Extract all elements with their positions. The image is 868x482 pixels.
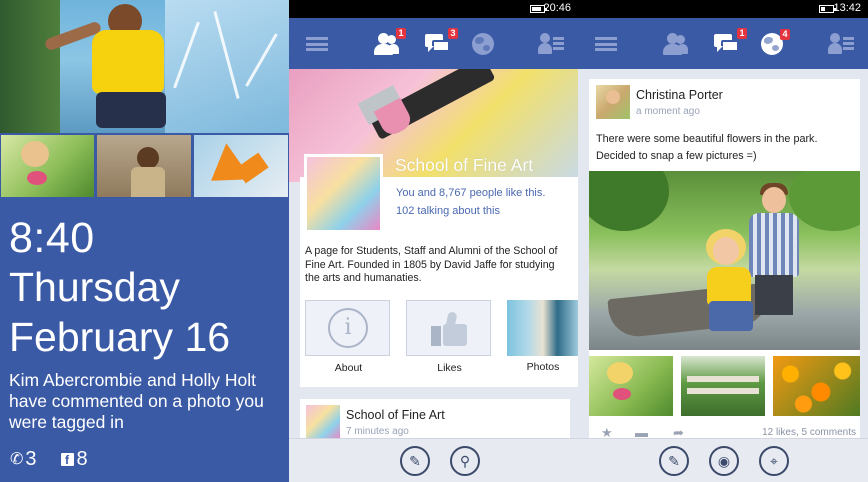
camera-button[interactable]: ◉ — [709, 446, 739, 476]
photo-thumbnail — [193, 134, 289, 198]
post-text-line: Decided to snap a few pictures =) — [596, 150, 757, 162]
messages-badge: 3 — [448, 28, 458, 39]
notifications-badge: 4 — [780, 29, 790, 40]
photos-tile[interactable]: Photos — [507, 300, 578, 373]
like-icon[interactable]: ★ — [601, 425, 613, 439]
post-text: There were some beautiful flowers in the… — [596, 131, 856, 165]
post-time: 7 minutes ago — [346, 426, 409, 437]
thumbs-up-icon — [431, 311, 469, 346]
page-likes-text[interactable]: You and 8,767 people like this. — [396, 187, 545, 199]
lock-notification-text: Kim Abercrombie and Holly Holt have comm… — [9, 370, 264, 432]
facebook-icon: f — [60, 452, 74, 467]
post-time: a moment ago — [636, 106, 700, 117]
lock-date: February 16 — [9, 314, 231, 360]
camera-icon: ◉ — [717, 453, 731, 469]
top-navigation-bar: 1 4 — [578, 18, 868, 69]
photo-thumbnail[interactable] — [681, 356, 765, 416]
likes-comments-count[interactable]: 12 likes, 5 comments — [762, 427, 856, 438]
status-clock: 13:42 — [833, 2, 861, 14]
page-title: School of Fine Art — [395, 155, 534, 175]
friends-list-icon[interactable] — [538, 32, 564, 56]
post-text-line: There were some beautiful flowers in the… — [596, 133, 818, 145]
menu-icon[interactable] — [595, 37, 617, 51]
write-post-button[interactable]: ✎ — [400, 446, 430, 476]
status-bar: 20:46 — [289, 0, 578, 18]
notifications-globe-icon[interactable] — [472, 33, 494, 55]
battery-icon — [819, 5, 836, 13]
page-content[interactable]: School of Fine Art You and 8,767 people … — [289, 69, 578, 459]
post-photo-thumbnails — [589, 356, 860, 416]
about-tile-label: About — [334, 362, 363, 374]
messages-icon[interactable]: 3 — [425, 28, 458, 56]
check-in-button[interactable]: ⌖ — [759, 446, 789, 476]
lock-screen-photo-strip — [0, 134, 289, 198]
about-tile[interactable]: i About — [305, 300, 390, 374]
status-bar: 13:42 — [578, 0, 868, 18]
post-author[interactable]: School of Fine Art — [346, 408, 445, 422]
page-tiles: i About Likes Photos — [305, 300, 578, 374]
pin-to-start-button[interactable]: ⚲ — [450, 446, 480, 476]
friends-list-icon[interactable] — [828, 32, 854, 56]
lock-screen-hero-photo — [0, 0, 289, 133]
photos-tile-label: Photos — [526, 361, 560, 373]
check-in-icon: ⌖ — [770, 453, 778, 469]
likes-tile-label: Likes — [437, 362, 462, 374]
status-clock: 20:46 — [543, 2, 571, 14]
page-profile-picture[interactable] — [304, 154, 383, 233]
post-avatar — [306, 405, 340, 439]
post-actions: ★ ▬ ➦ 12 likes, 5 comments — [589, 425, 860, 439]
messages-icon[interactable]: 1 — [714, 28, 747, 56]
friend-requests-badge: 1 — [396, 28, 406, 39]
share-icon[interactable]: ➦ — [673, 425, 684, 439]
write-status-button[interactable]: ✎ — [659, 446, 689, 476]
photo-thumbnail — [96, 134, 192, 198]
lock-time: 8:40 — [9, 214, 95, 262]
page-talking-text[interactable]: 102 talking about this — [396, 205, 500, 217]
comment-icon[interactable]: ▬ — [635, 425, 648, 439]
friend-requests-icon[interactable] — [662, 32, 688, 56]
lock-day: Thursday — [9, 264, 180, 310]
facebook-notification-count: 8 — [76, 447, 88, 470]
lock-counters: ✆ 3 f 8 — [10, 447, 88, 471]
photo-thumbnail[interactable] — [589, 356, 673, 416]
info-icon: i — [328, 308, 368, 348]
app-bar: ✎ ⚲ — [289, 438, 578, 482]
photo-thumbnail[interactable] — [773, 356, 860, 416]
edit-icon: ✎ — [668, 453, 680, 469]
post-author[interactable]: Christina Porter — [636, 88, 723, 102]
status-post-card[interactable]: Christina Porter a moment ago There were… — [589, 79, 860, 439]
post-main-photo[interactable] — [589, 171, 860, 350]
app-bar: ✎ ◉ ⌖ — [578, 438, 868, 482]
menu-icon[interactable] — [306, 37, 328, 51]
likes-tile[interactable]: Likes — [406, 300, 491, 374]
status-screen: 13:42 1 4 Christina Porter a moment ago … — [578, 0, 868, 482]
lock-screen: 8:40 Thursday February 16 Kim Abercrombi… — [0, 0, 289, 482]
top-navigation-bar: 1 3 — [289, 18, 578, 69]
page-screen: 20:46 1 3 School of Fine Art You and 8,7… — [289, 0, 578, 482]
photo-thumbnail — [0, 134, 95, 198]
notifications-globe-icon[interactable]: 4 — [761, 29, 790, 55]
author-avatar[interactable] — [596, 85, 630, 119]
edit-icon: ✎ — [409, 453, 421, 469]
messages-badge: 1 — [737, 28, 747, 39]
phone-icon: ✆ — [10, 451, 24, 468]
friend-requests-icon[interactable]: 1 — [373, 28, 406, 56]
page-description: A page for Students, Staff and Alumni of… — [305, 245, 558, 284]
missed-calls-count: 3 — [25, 447, 37, 470]
pin-icon: ⚲ — [459, 453, 471, 469]
